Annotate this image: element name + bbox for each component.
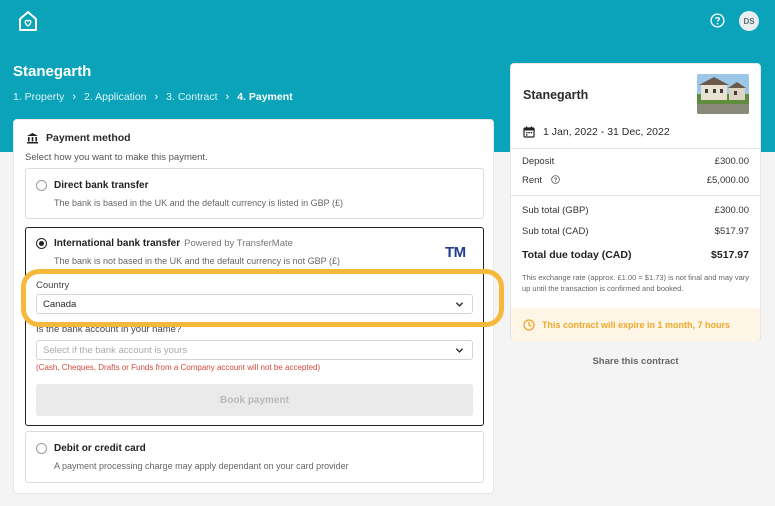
row-label: Deposit <box>522 156 555 167</box>
option-title: Direct bank transfer <box>54 180 149 191</box>
row-value: £300.00 <box>714 205 749 216</box>
house-heart-icon[interactable] <box>17 9 39 33</box>
step-contract[interactable]: 3. Contract <box>166 91 217 103</box>
option-title: Debit or credit card <box>54 443 146 454</box>
property-thumbnail[interactable] <box>697 74 749 114</box>
option-debit-credit-card[interactable]: Debit or credit card A payment processin… <box>25 431 484 483</box>
payment-method-title: Payment method <box>46 132 131 144</box>
transfermate-logo: TM <box>445 244 466 261</box>
payment-method-subtitle: Select how you want to make this payment… <box>25 152 208 163</box>
row-label: Sub total (CAD) <box>522 226 589 237</box>
option-description: The bank is not based in the UK and the … <box>54 256 340 266</box>
expiry-text: This contract will expire in 1 month, 7 … <box>542 320 731 330</box>
booking-summary-card: Stanegarth 1 Jan, 2022 - 31 Dec, 2022 De… <box>510 63 761 342</box>
option-title: International bank transfer Powered by Tr… <box>54 238 293 249</box>
question-circle-icon[interactable] <box>710 13 725 28</box>
avatar[interactable]: DS <box>739 11 759 31</box>
summary-row-rent: Rent £5,000.00 <box>522 175 749 186</box>
radio-international-bank-transfer[interactable] <box>36 238 47 249</box>
row-value: $517.97 <box>711 249 749 261</box>
radio-debit-credit-card[interactable] <box>36 443 47 454</box>
exchange-rate-note: This exchange rate (approx. £1.00 = $1.7… <box>522 273 750 293</box>
rent-label: Rent <box>522 175 543 186</box>
option-direct-bank-transfer[interactable]: Direct bank transfer The bank is based i… <box>25 168 484 219</box>
expiry-banner: This contract will expire in 1 month, 7 … <box>511 308 760 342</box>
page-title: Stanegarth <box>13 63 92 80</box>
row-value: £300.00 <box>714 156 749 167</box>
divider <box>511 195 760 196</box>
option-title-text: International bank transfer <box>54 238 181 249</box>
summary-row-total: Total due today (CAD) $517.97 <box>522 249 749 261</box>
contract-dates: 1 Jan, 2022 - 31 Dec, 2022 <box>523 126 670 138</box>
row-label: Total due today (CAD) <box>522 249 632 261</box>
contract-dates-text: 1 Jan, 2022 - 31 Dec, 2022 <box>543 126 670 138</box>
summary-title: Stanegarth <box>523 88 589 102</box>
step-property[interactable]: 1. Property <box>13 91 64 103</box>
chevron-right-icon: › <box>154 91 159 103</box>
question-circle-icon[interactable] <box>550 175 560 184</box>
row-value: £5,000.00 <box>706 175 749 186</box>
summary-row-subtotal-cad: Sub total (CAD) $517.97 <box>522 226 749 237</box>
option-description: A payment processing charge may apply de… <box>54 461 349 471</box>
step-application[interactable]: 2. Application <box>84 91 146 103</box>
row-value: $517.97 <box>714 226 749 237</box>
option-description: The bank is based in the UK and the defa… <box>54 198 343 208</box>
account-ownership-select[interactable]: Select if the bank account is yours <box>36 340 473 360</box>
book-payment-button[interactable]: Book payment <box>36 384 473 416</box>
summary-row-subtotal-gbp: Sub total (GBP) £300.00 <box>522 205 749 216</box>
account-warning: (Cash, Cheques, Drafts or Funds from a C… <box>36 363 321 372</box>
row-label: Rent <box>522 175 560 186</box>
bank-icon <box>27 133 38 144</box>
breadcrumb: 1. Property › 2. Application › 3. Contra… <box>13 91 293 103</box>
divider <box>511 148 760 149</box>
country-highlight-annotation <box>21 269 504 327</box>
powered-by-text: Powered by TransferMate <box>184 238 293 249</box>
chevron-right-icon: › <box>225 91 230 103</box>
radio-direct-bank-transfer[interactable] <box>36 180 47 191</box>
chevron-right-icon: › <box>72 91 77 103</box>
chevron-down-icon <box>455 348 464 353</box>
row-label: Sub total (GBP) <box>522 205 589 216</box>
account-ownership-placeholder: Select if the bank account is yours <box>43 344 188 356</box>
share-contract-link[interactable]: Share this contract <box>510 356 761 367</box>
summary-row-deposit: Deposit £300.00 <box>522 156 749 167</box>
clock-icon <box>523 319 535 331</box>
calendar-icon <box>523 126 535 138</box>
payment-method-heading: Payment method <box>26 132 131 144</box>
step-payment: 4. Payment <box>237 91 293 103</box>
